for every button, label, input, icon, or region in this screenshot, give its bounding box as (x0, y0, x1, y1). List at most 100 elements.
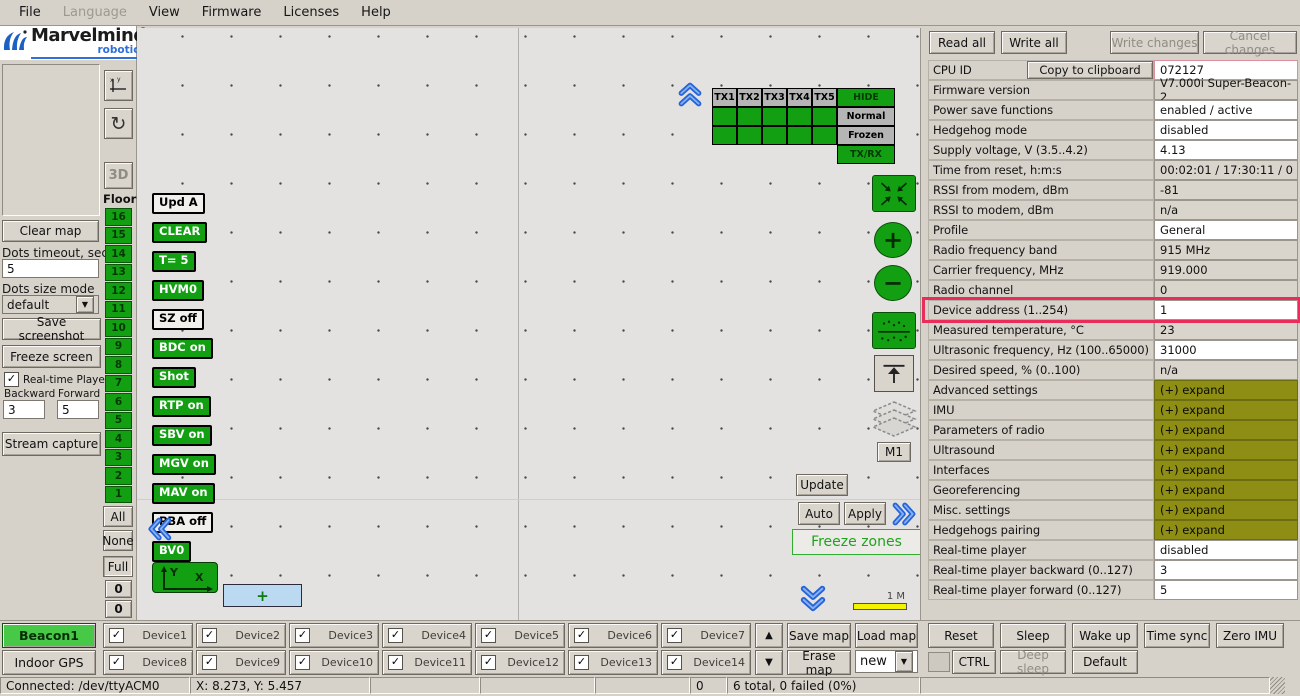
tx-cell[interactable] (812, 107, 837, 126)
tx-cell-tx5[interactable]: TX5 (812, 88, 837, 107)
map-button-t-5[interactable]: T= 5 (152, 251, 196, 272)
map-button-bv0[interactable]: BV0 (152, 541, 191, 562)
device-button-device8[interactable]: ✓Device8 (103, 650, 193, 675)
tx-cell-tx3[interactable]: TX3 (762, 88, 787, 107)
tx-row-label-tx-rx[interactable]: TX/RX (837, 145, 895, 164)
device-button-device11[interactable]: ✓Device11 (382, 650, 472, 675)
floors-full-button[interactable]: Full (103, 556, 133, 577)
copy-to-clipboard-button[interactable]: Copy to clipboard (1027, 61, 1153, 79)
floor-button-5[interactable]: 5 (105, 412, 132, 430)
setting-value[interactable]: (+) expand (1154, 380, 1298, 400)
tx-cell[interactable] (712, 145, 737, 164)
checkbox-checked-icon[interactable]: ✓ (202, 655, 217, 670)
map-button-mav-on[interactable]: MAV on (152, 483, 215, 504)
device-button-device3[interactable]: ✓Device3 (289, 623, 379, 648)
zoom-out-icon[interactable]: − (874, 265, 912, 301)
zoom-in-icon[interactable]: + (874, 222, 912, 258)
tx-row-label-normal[interactable]: Normal (837, 107, 895, 126)
tx-cell[interactable] (762, 126, 787, 145)
map-canvas[interactable]: TX1TX2TX3TX4TX5HIDENormalFrozenTX/RX Upd… (137, 28, 920, 620)
checkbox-checked-icon[interactable]: ✓ (667, 628, 682, 643)
fit-view-icon[interactable] (872, 175, 916, 212)
freeze-zones-button[interactable]: Freeze zones (792, 529, 921, 555)
floor-button-4[interactable]: 4 (105, 430, 132, 448)
menu-item-file[interactable]: File (8, 5, 52, 20)
floor-button-9[interactable]: 9 (105, 338, 132, 356)
load-map-button[interactable]: Load map (855, 623, 918, 648)
3d-button[interactable]: 3D (104, 162, 133, 189)
tx-cell-tx2[interactable]: TX2 (737, 88, 762, 107)
freeze-screen-button[interactable]: Freeze screen (2, 345, 101, 368)
device-button-device7[interactable]: ✓Device7 (661, 623, 751, 648)
tx-cell[interactable] (762, 107, 787, 126)
tx-cell[interactable] (812, 126, 837, 145)
checkbox-checked-icon[interactable]: ✓ (481, 655, 496, 670)
checkbox-checked-icon[interactable]: ✓ (295, 655, 310, 670)
menu-item-licenses[interactable]: Licenses (272, 5, 350, 20)
forward-input[interactable]: 5 (57, 400, 99, 419)
floor-button-14[interactable]: 14 (105, 245, 132, 263)
device-button-device4[interactable]: ✓Device4 (382, 623, 472, 648)
sleep-button[interactable]: Sleep (1000, 623, 1066, 648)
backward-input[interactable]: 3 (3, 400, 45, 419)
checkbox-checked-icon[interactable]: ✓ (202, 628, 217, 643)
tx-cell[interactable] (762, 145, 787, 164)
chevron-right-icon[interactable] (888, 499, 920, 529)
checkbox-checked-icon[interactable]: ✓ (388, 655, 403, 670)
floor-button-13[interactable]: 13 (105, 264, 132, 282)
floor-button-3[interactable]: 3 (105, 449, 132, 467)
tx-cell-tx4[interactable]: TX4 (787, 88, 812, 107)
setting-value[interactable]: (+) expand (1154, 460, 1298, 480)
m1-button[interactable]: M1 (877, 442, 911, 462)
ctrl-checkbox[interactable] (928, 652, 950, 672)
setting-value[interactable]: disabled (1154, 120, 1298, 140)
map-button-rtp-on[interactable]: RTP on (152, 396, 211, 417)
floor-button-8[interactable]: 8 (105, 356, 132, 374)
tx-cell[interactable] (712, 107, 737, 126)
realtime-player-toggle[interactable]: ✓ Real-time Player (4, 372, 109, 387)
device-button-device12[interactable]: ✓Device12 (475, 650, 565, 675)
move-up-icon[interactable] (874, 355, 914, 392)
map-button-upd-a[interactable]: Upd A (152, 193, 205, 214)
setting-value[interactable]: (+) expand (1154, 440, 1298, 460)
setting-value[interactable]: disabled (1154, 540, 1298, 560)
checkbox-checked-icon[interactable]: ✓ (295, 628, 310, 643)
chevron-up-icon[interactable] (674, 80, 706, 110)
scroll-down-button[interactable]: ▼ (755, 650, 783, 675)
menu-item-language[interactable]: Language (52, 5, 138, 20)
device-button-device6[interactable]: ✓Device6 (568, 623, 658, 648)
setting-value[interactable]: General (1154, 220, 1298, 240)
scroll-up-button[interactable]: ▲ (755, 623, 783, 648)
checkbox-checked-icon[interactable]: ✓ (481, 628, 496, 643)
zero-imu-button[interactable]: Zero IMU (1216, 623, 1284, 648)
menu-item-view[interactable]: View (138, 5, 191, 20)
axes-icon[interactable]: xy (104, 70, 133, 101)
floor-button-1[interactable]: 1 (105, 486, 132, 504)
add-zone-button[interactable]: + (223, 584, 302, 607)
chevron-down-icon[interactable] (797, 582, 829, 614)
map-button-sbv-on[interactable]: SBV on (152, 425, 212, 446)
checkbox-checked-icon[interactable]: ✓ (667, 655, 682, 670)
setting-value[interactable]: (+) expand (1154, 400, 1298, 420)
floors-all-button[interactable]: All (103, 506, 133, 527)
floor-button-12[interactable]: 12 (105, 282, 132, 300)
device-button-device13[interactable]: ✓Device13 (568, 650, 658, 675)
setting-value[interactable]: (+) expand (1154, 480, 1298, 500)
map-button-shot[interactable]: Shot (152, 367, 196, 388)
stream-capture-button[interactable]: Stream capture (2, 432, 101, 456)
indoor-gps-button[interactable]: Indoor GPS (2, 650, 96, 675)
time-sync-button[interactable]: Time sync (1144, 623, 1210, 648)
dots-size-select[interactable]: default ▼ (2, 295, 99, 314)
auto-button[interactable]: Auto (798, 502, 840, 525)
checkbox-checked-icon[interactable]: ✓ (109, 628, 124, 643)
chevron-left-icon[interactable] (143, 514, 175, 544)
ctrl-button[interactable]: CTRL (952, 650, 996, 674)
checkbox-checked-icon[interactable]: ✓ (388, 628, 403, 643)
tx-cell[interactable] (712, 126, 737, 145)
setting-value[interactable]: 4.13 (1154, 140, 1298, 160)
checkbox-checked-icon[interactable]: ✓ (109, 655, 124, 670)
tx-cell[interactable] (737, 145, 762, 164)
clear-map-button[interactable]: Clear map (2, 220, 99, 242)
setting-value[interactable]: enabled / active (1154, 100, 1298, 120)
map-select[interactable]: new ▼ (855, 650, 918, 673)
